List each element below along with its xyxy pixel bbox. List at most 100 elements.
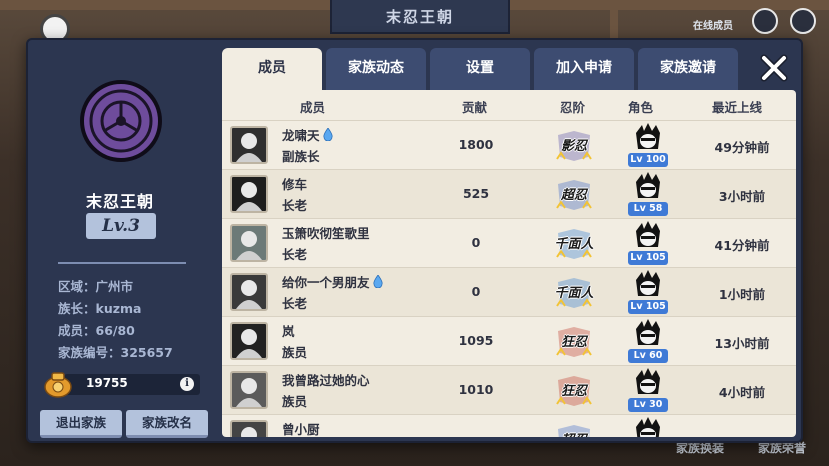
ninja-rank-badge: 狂忍 [554, 325, 594, 359]
character-level-badge: Lv 105 [628, 251, 668, 265]
ninja-rank-badge: 千面人 [554, 227, 594, 261]
member-name-text: 龙啸天 [282, 128, 320, 143]
ninja-rank-label: 千面人 [554, 286, 594, 301]
member-name-text: 岚 [282, 324, 295, 339]
ninja-rank-label: 狂忍 [560, 384, 587, 399]
ninja-rank-label: 千面人 [554, 237, 594, 252]
member-name-text: 给你一个男朋友 [282, 275, 370, 290]
member-role: 族员 [282, 394, 308, 409]
water-drop-icon [322, 127, 333, 144]
eye-icon[interactable] [790, 8, 816, 34]
member-role: 长老 [282, 198, 308, 213]
member-role: 副族长 [282, 149, 320, 164]
info-divider [58, 262, 186, 264]
character-portrait[interactable]: Lv 58 [628, 172, 668, 218]
header-contribution[interactable]: 贡献 [462, 97, 487, 116]
member-name-text: 修车 [282, 177, 308, 192]
character-portrait[interactable]: Lv 30 [628, 368, 668, 414]
member-name-text: 我曾路过她的心 [282, 373, 370, 388]
character-level-badge: Lv 100 [628, 153, 668, 167]
character-head-icon [634, 319, 662, 349]
member-name: 岚 [282, 321, 295, 340]
character-portrait[interactable] [628, 417, 668, 437]
background-clan-title: 末忍王朝 [330, 0, 510, 34]
table-row[interactable]: 岚族员 1095 狂忍 Lv 60 13小时前 [222, 316, 796, 365]
member-contribution: 0 [471, 235, 481, 250]
ninja-rank-label: 超忍 [560, 188, 587, 203]
member-name: 给你一个男朋友 [282, 272, 383, 291]
funds-value: 19755 [86, 376, 128, 390]
member-contribution: 0 [471, 284, 481, 299]
clan-info-column: 末忍王朝 Lv.3 区域：广州市 族长：kuzma 成员：66/80 家族编号：… [28, 40, 220, 441]
header-member[interactable]: 成员 [300, 97, 325, 116]
character-head-icon [634, 368, 662, 398]
member-contribution: 525 [462, 186, 490, 201]
character-portrait[interactable]: Lv 105 [628, 221, 668, 267]
tab-settings[interactable]: 设置 [430, 48, 530, 90]
ninja-rank-badge: 超忍 [554, 423, 594, 437]
leave-clan-button[interactable]: 退出家族 [40, 410, 122, 438]
member-role: 长老 [282, 296, 308, 311]
table-row[interactable]: 龙啸天副族长 1800 影忍 Lv 100 49分钟前 [222, 120, 796, 169]
header-last-online[interactable]: 最近上线 [712, 97, 762, 116]
character-portrait[interactable]: Lv 60 [628, 319, 668, 365]
member-avatar[interactable] [230, 322, 268, 360]
tab-members[interactable]: 成员 [222, 48, 322, 90]
member-last-online: 49分钟前 [714, 140, 770, 155]
close-icon [760, 54, 788, 82]
clan-region: 区域：广州市 [58, 279, 134, 294]
gear-icon[interactable] [752, 8, 778, 34]
member-contribution: 1800 [458, 137, 494, 152]
table-row[interactable]: 修车 长老 525 超忍 Lv 58 3小时前 [222, 169, 796, 218]
character-head-icon [634, 123, 662, 153]
member-last-online: 41分钟前 [714, 238, 770, 253]
member-name: 曾小厨 [282, 419, 320, 437]
table-header: 成员 贡献 忍阶 角色 最近上线 [222, 90, 796, 120]
character-level-badge: Lv 105 [628, 300, 668, 314]
member-last-online: 13小时前 [714, 336, 770, 351]
character-head-icon [634, 172, 662, 202]
character-portrait[interactable]: Lv 100 [628, 123, 668, 169]
member-name: 玉箫吹彻笙歌里 [282, 223, 370, 242]
table-row[interactable]: 曾小厨 超忍 [222, 414, 796, 437]
character-level-badge: Lv 60 [628, 349, 668, 363]
info-icon[interactable]: i [180, 377, 194, 391]
member-avatar[interactable] [230, 420, 268, 437]
member-avatar[interactable] [230, 175, 268, 213]
rename-clan-button[interactable]: 家族改名 [126, 410, 208, 438]
table-row[interactable]: 我曾路过她的心 族员 1010 狂忍 Lv 30 4小时前 [222, 365, 796, 414]
header-character[interactable]: 角色 [628, 97, 653, 116]
character-head-icon [634, 270, 662, 300]
ninja-rank-badge: 超忍 [554, 178, 594, 212]
member-table: 成员 贡献 忍阶 角色 最近上线 龙啸天副族长 1800 影忍 Lv 100 49分钟前… [222, 90, 796, 437]
tab-clan-news[interactable]: 家族动态 [326, 48, 426, 90]
member-last-online: 4小时前 [718, 385, 766, 400]
member-avatar[interactable] [230, 273, 268, 311]
member-role: 长老 [282, 247, 308, 262]
ninja-rank-badge: 狂忍 [554, 374, 594, 408]
character-level-badge: Lv 30 [628, 398, 668, 412]
table-row[interactable]: 玉箫吹彻笙歌里 长老 0 千面人 Lv 105 41分钟前 [222, 218, 796, 267]
member-contribution: 1095 [458, 333, 494, 348]
tab-join-requests[interactable]: 加入申请 [534, 48, 634, 90]
header-rank[interactable]: 忍阶 [560, 97, 585, 116]
close-button[interactable] [751, 50, 797, 86]
ninja-rank-badge: 影忍 [554, 129, 594, 163]
member-rows: 龙啸天 副族长 1800 影忍 Lv 100 49分钟前 修车 长老 525 超忍 Lv 58 3小时… [222, 120, 796, 437]
character-head-icon [634, 417, 662, 437]
member-avatar[interactable] [230, 371, 268, 409]
character-head-icon [634, 221, 662, 251]
ninja-rank-label: 狂忍 [560, 335, 587, 350]
member-avatar[interactable] [230, 126, 268, 164]
character-portrait[interactable]: Lv 105 [628, 270, 668, 316]
clan-panel: 末忍王朝 Lv.3 区域：广州市 族长：kuzma 成员：66/80 家族编号：… [26, 38, 803, 443]
coin-bag-icon [42, 370, 74, 398]
tab-clan-invites[interactable]: 家族邀请 [638, 48, 738, 90]
water-drop-icon [372, 274, 383, 291]
table-row[interactable]: 给你一个男朋友 长老 0 千面人 Lv 105 1小时前 [222, 267, 796, 316]
member-name: 龙啸天 [282, 125, 333, 144]
member-contribution: 1010 [458, 382, 494, 397]
member-avatar[interactable] [230, 224, 268, 262]
clan-member-count: 成员：66/80 [58, 323, 135, 338]
member-name-text: 玉箫吹彻笙歌里 [282, 226, 370, 241]
